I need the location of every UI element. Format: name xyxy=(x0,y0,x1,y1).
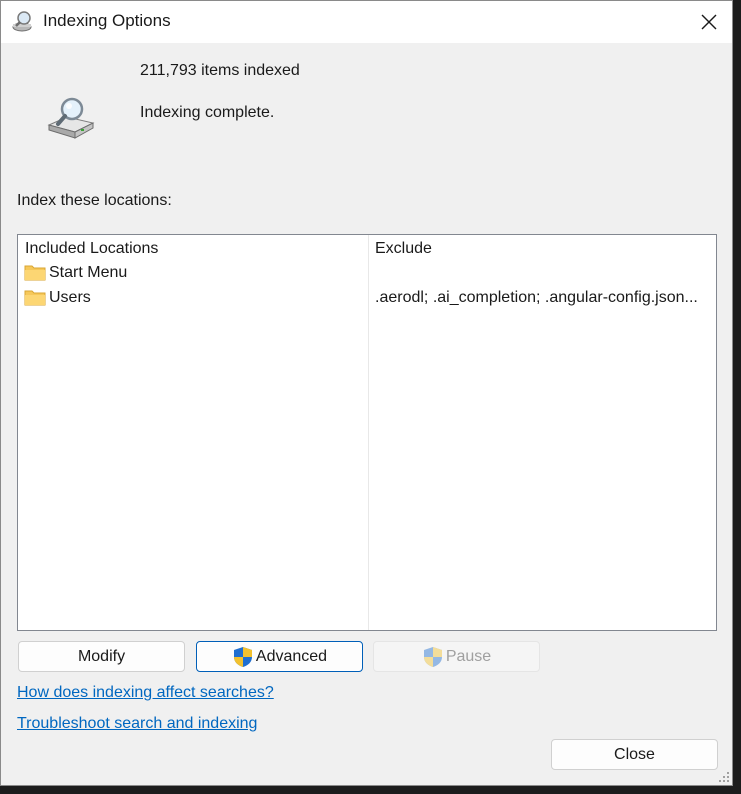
uac-shield-icon xyxy=(423,646,442,667)
indexing-status: Indexing complete. xyxy=(140,104,275,121)
pause-button-label: Pause xyxy=(445,647,492,665)
window-title: Indexing Options xyxy=(43,11,171,30)
drive-magnifier-icon xyxy=(47,97,95,139)
how-indexing-link[interactable]: How does indexing affect searches? xyxy=(17,684,274,702)
folder-icon xyxy=(24,265,46,281)
locations-label: Index these locations: xyxy=(17,192,172,209)
pause-button[interactable]: Pause xyxy=(373,641,540,672)
close-window-button[interactable] xyxy=(686,1,732,43)
locations-list[interactable]: Included Locations Exclude Start Menu Us… xyxy=(17,234,717,631)
indexing-options-icon xyxy=(12,11,32,32)
location-name: Users xyxy=(49,289,91,306)
indexing-options-dialog: Indexing Options 211,793 items indexed I… xyxy=(0,0,733,786)
list-item[interactable]: Start Menu xyxy=(18,261,716,285)
list-item[interactable]: Users .aerodl; .ai_completion; .angular-… xyxy=(18,286,716,310)
uac-shield-icon xyxy=(233,646,252,667)
troubleshoot-link[interactable]: Troubleshoot search and indexing xyxy=(17,715,257,733)
close-icon xyxy=(701,14,717,30)
advanced-button-label: Advanced xyxy=(255,647,328,665)
location-exclude: .aerodl; .ai_completion; .angular-config… xyxy=(375,289,698,306)
modify-button[interactable]: Modify xyxy=(18,641,185,672)
close-button-label: Close xyxy=(614,745,655,763)
modify-button-label: Modify xyxy=(77,647,126,665)
resize-grip-icon[interactable] xyxy=(718,771,730,783)
title-bar[interactable]: Indexing Options xyxy=(1,1,732,43)
folder-icon xyxy=(24,290,46,306)
advanced-button[interactable]: Advanced xyxy=(196,641,363,672)
items-indexed-count: 211,793 items indexed xyxy=(140,62,300,79)
column-header-exclude[interactable]: Exclude xyxy=(375,240,432,258)
location-name: Start Menu xyxy=(49,264,128,281)
column-header-included[interactable]: Included Locations xyxy=(25,240,158,258)
close-button[interactable]: Close xyxy=(551,739,718,770)
